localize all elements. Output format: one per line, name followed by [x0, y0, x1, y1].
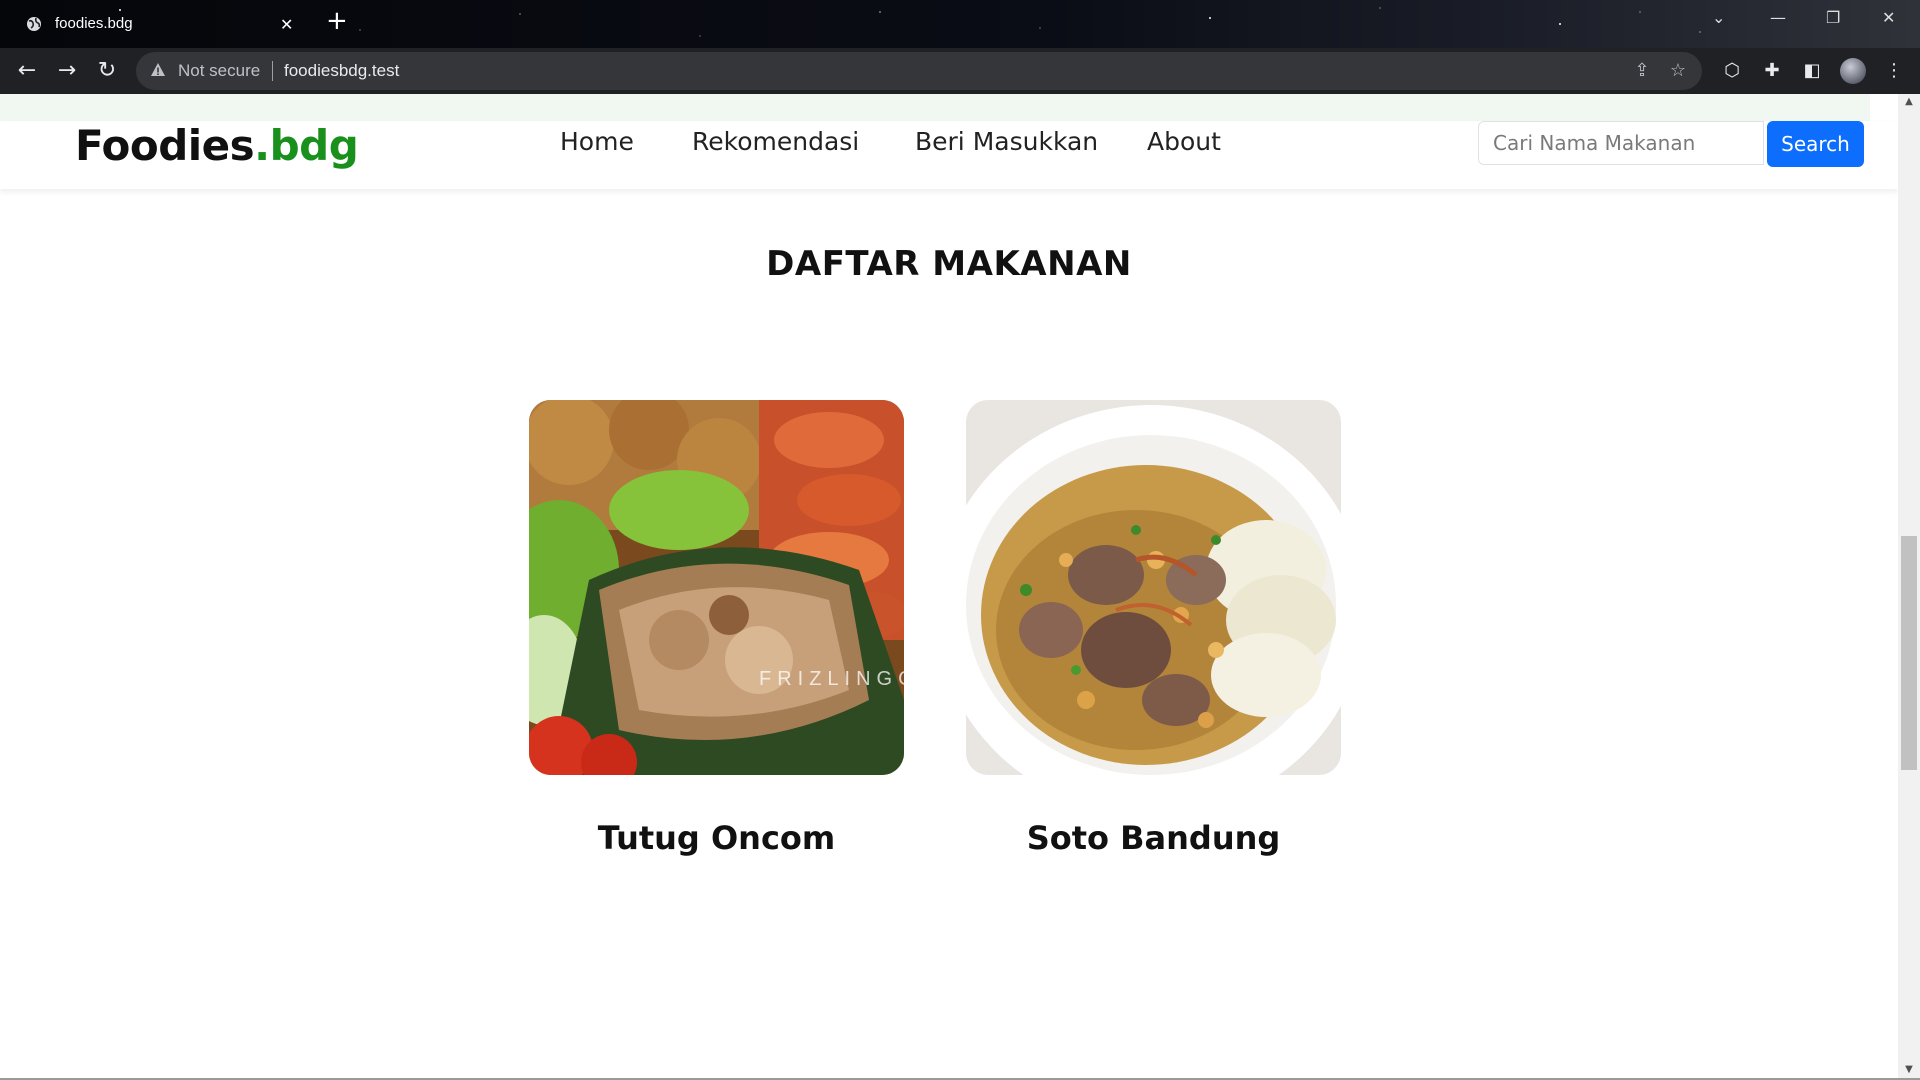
- bookmark-star-icon[interactable]: ☆: [1668, 61, 1688, 81]
- page-viewport: Foodies.bdg Home Rekomendasi Beri Masukk…: [0, 94, 1898, 1079]
- scrollbar-thumb[interactable]: [1901, 536, 1917, 770]
- browser-toolbar: ← → ↻ Not secure foodiesbdg.test ⇪ ☆ ⬡ ✚…: [0, 48, 1920, 94]
- back-icon[interactable]: ←: [14, 58, 40, 84]
- globe-icon: [27, 17, 41, 31]
- brand-accent: .bdg: [254, 121, 359, 170]
- food-photo-tutug-oncom[interactable]: FRIZLINGGA: [529, 400, 904, 775]
- top-strip: [0, 94, 1870, 121]
- url-text[interactable]: foodiesbdg.test: [284, 61, 399, 81]
- section-title: DAFTAR MAKANAN: [766, 244, 1132, 284]
- share-icon[interactable]: ⇪: [1632, 61, 1652, 81]
- forward-icon[interactable]: →: [54, 58, 80, 84]
- new-tab-icon[interactable]: +: [326, 6, 348, 36]
- scroll-up-icon[interactable]: ▲: [1903, 96, 1915, 107]
- site-navbar: Foodies.bdg Home Rekomendasi Beri Masukk…: [0, 121, 1898, 189]
- security-label[interactable]: Not secure: [178, 61, 260, 81]
- restore-icon[interactable]: ❐: [1826, 8, 1840, 27]
- food-photo-soto-bandung[interactable]: [966, 400, 1341, 775]
- search-button[interactable]: Search: [1767, 121, 1864, 167]
- food-card[interactable]: FRIZLINGGA Tutug Oncom: [529, 400, 904, 857]
- search-input[interactable]: [1478, 121, 1764, 165]
- warning-icon: [151, 63, 165, 76]
- browser-tab[interactable]: foodies.bdg ✕: [10, 6, 310, 42]
- site-logo[interactable]: Foodies.bdg: [75, 121, 359, 171]
- profile-avatar[interactable]: [1840, 58, 1866, 84]
- close-window-icon[interactable]: ✕: [1882, 8, 1895, 27]
- extensions-puzzle-icon[interactable]: ✚: [1762, 61, 1782, 81]
- brand-main: Foodies: [75, 121, 255, 170]
- food-name[interactable]: Soto Bandung: [966, 819, 1341, 857]
- food-card[interactable]: Soto Bandung: [966, 400, 1341, 857]
- scroll-down-icon[interactable]: ▼: [1903, 1064, 1915, 1075]
- menu-kebab-icon[interactable]: ⋮: [1884, 61, 1904, 81]
- food-name[interactable]: Tutug Oncom: [529, 819, 904, 857]
- nav-home[interactable]: Home: [560, 125, 634, 159]
- close-tab-icon[interactable]: ✕: [280, 15, 293, 34]
- minimize-icon[interactable]: —: [1770, 8, 1786, 27]
- nav-beri-masukkan[interactable]: Beri Masukkan: [915, 125, 1098, 159]
- photo-watermark: FRIZLINGGA: [759, 668, 904, 690]
- reload-icon[interactable]: ↻: [94, 58, 120, 84]
- address-bar[interactable]: Not secure foodiesbdg.test ⇪ ☆: [136, 52, 1702, 90]
- nav-about[interactable]: About: [1147, 125, 1221, 159]
- soto-bandung-image: [966, 400, 1341, 775]
- extension-shield-icon[interactable]: ⬡: [1722, 61, 1742, 81]
- side-panel-icon[interactable]: ◧: [1802, 61, 1822, 81]
- page-scrollbar[interactable]: ▲ ▼: [1898, 94, 1920, 1079]
- divider: [272, 61, 273, 81]
- browser-tab-strip: foodies.bdg ✕ + ⌄ — ❐ ✕: [0, 0, 1920, 48]
- tutug-oncom-image: [529, 400, 904, 775]
- nav-rekomendasi[interactable]: Rekomendasi: [692, 125, 859, 159]
- tab-search-icon[interactable]: ⌄: [1712, 8, 1725, 27]
- tab-title: foodies.bdg: [55, 15, 133, 32]
